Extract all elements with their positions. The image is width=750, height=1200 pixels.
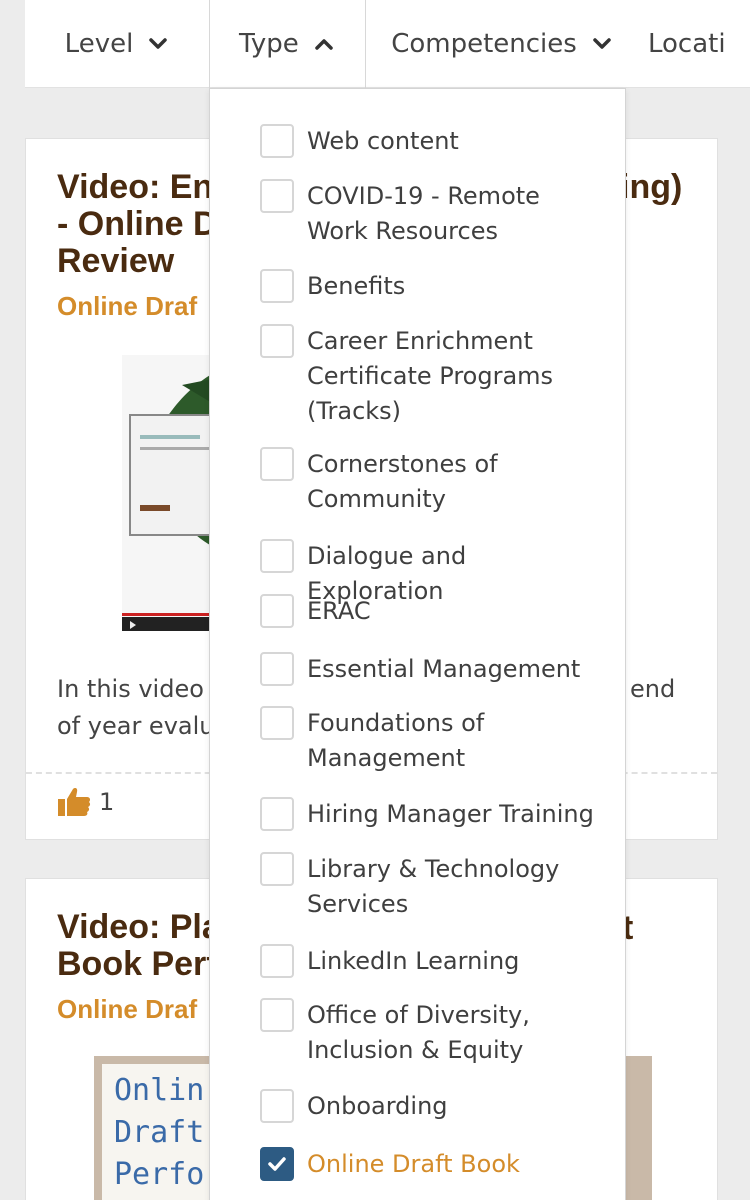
type-option-label: ERAC xyxy=(307,597,371,625)
chevron-down-icon xyxy=(593,37,611,49)
type-dropdown-panel: Web content COVID-19 - Remote Work Resour… xyxy=(209,88,626,1200)
chevron-up-icon xyxy=(314,38,333,50)
checkbox[interactable] xyxy=(260,706,294,740)
checkbox[interactable] xyxy=(260,179,294,213)
check-icon xyxy=(268,1157,286,1171)
card-thumbnail-edge xyxy=(626,1056,652,1200)
type-option-label: Onboarding xyxy=(307,1092,448,1120)
location-filter-label: Locati xyxy=(648,28,726,59)
type-option-label: Essential Management xyxy=(307,655,581,683)
type-option-label: COVID-19 - Remote Work Resources xyxy=(307,182,540,245)
type-option-label: Online Draft Book xyxy=(307,1150,520,1178)
location-filter[interactable]: Locati xyxy=(638,0,748,88)
checkbox-checked[interactable] xyxy=(260,1147,294,1181)
checkbox[interactable] xyxy=(260,1089,294,1123)
checkbox[interactable] xyxy=(260,652,294,686)
checkbox[interactable] xyxy=(260,998,294,1032)
chevron-down-icon xyxy=(149,37,168,49)
card-thumbnail[interactable]: Onlin Draft Perfo xyxy=(94,1056,214,1200)
card-title-line-end[interactable]: ing) xyxy=(620,169,682,206)
level-filter-label: Level xyxy=(64,28,134,59)
checkbox[interactable] xyxy=(260,797,294,831)
checkbox[interactable] xyxy=(260,269,294,303)
type-option-label: LinkedIn Learning xyxy=(307,947,520,975)
type-option-label: Web content xyxy=(307,127,459,155)
checkbox[interactable] xyxy=(260,447,294,481)
thumbs-up-icon xyxy=(58,788,91,816)
type-option-label: Hiring Manager Training xyxy=(307,800,594,828)
card-category: Online Draf xyxy=(57,291,198,321)
thumbnail-text: Perfo xyxy=(114,1157,205,1192)
thumbnail-text: Draft xyxy=(114,1115,205,1150)
type-option-label: Cornerstones of Community xyxy=(307,450,498,513)
like-button[interactable]: 1 xyxy=(57,787,114,817)
checkbox[interactable] xyxy=(260,594,294,628)
checkbox[interactable] xyxy=(260,324,294,358)
type-filter-label: Type xyxy=(239,28,299,59)
checkbox[interactable] xyxy=(260,124,294,158)
competencies-filter[interactable]: Competencies xyxy=(366,0,638,88)
like-count: 1 xyxy=(99,788,115,816)
filter-bar: Level Type Competencies Locati xyxy=(25,0,750,88)
level-filter[interactable]: Level xyxy=(25,0,209,88)
type-option-label: Foundations of Management xyxy=(307,709,485,772)
card-title-line[interactable]: Video: Pla xyxy=(57,909,221,946)
type-option-label: Library & Technology Services xyxy=(307,855,560,918)
checkbox[interactable] xyxy=(260,539,294,573)
type-filter[interactable]: Type xyxy=(209,0,366,88)
checkbox[interactable] xyxy=(260,852,294,886)
competencies-filter-label: Competencies xyxy=(391,28,577,59)
type-option-label: Career Enrichment Certificate Programs (… xyxy=(307,327,554,425)
card-description: of year evalu xyxy=(57,712,215,740)
card-title-line[interactable]: Video: En xyxy=(57,169,213,206)
card-title-line[interactable]: - Online D xyxy=(57,206,218,243)
checkbox[interactable] xyxy=(260,944,294,978)
card-title-line[interactable]: Book Perf xyxy=(57,946,218,983)
type-option-label: Benefits xyxy=(307,272,406,300)
thumbnail-text: Onlin xyxy=(114,1073,205,1108)
card-description-end: end xyxy=(630,675,676,703)
card-title-line[interactable]: Review xyxy=(57,243,174,280)
card-description: In this video xyxy=(57,675,204,703)
type-option-label: Office of Diversity, Inclusion & Equity xyxy=(307,1001,530,1064)
card-category: Online Draf xyxy=(57,994,198,1024)
